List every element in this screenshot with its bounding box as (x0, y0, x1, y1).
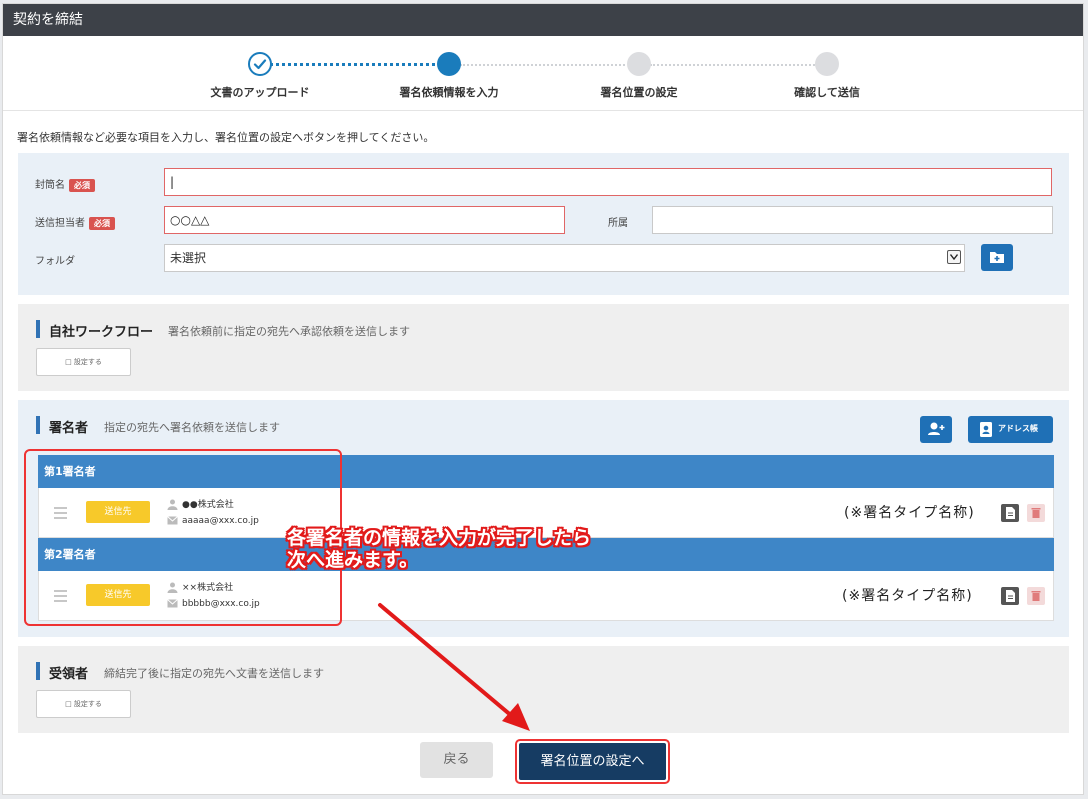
step-connector (650, 64, 815, 66)
folder-label: フォルダ (35, 256, 75, 267)
next-step-button[interactable]: 署名位置の設定へ (519, 743, 666, 780)
envelope-name-input[interactable] (164, 168, 1052, 196)
recipients-section: 受領者 締結完了後に指定の宛先へ文書を送信します □ 設定する (18, 646, 1069, 733)
affiliation-label: 所属 (608, 218, 628, 229)
signature-type-label: (※署名タイプ名称) (842, 588, 973, 604)
signers-title: 署名者 (49, 421, 89, 436)
annotation-line-2: 次へ進みます。 (287, 549, 419, 571)
window-title: 契約を締結 (3, 4, 1083, 36)
next-button-highlight: 署名位置の設定へ (515, 739, 670, 784)
address-book-label: アドレス帳 (998, 424, 1038, 433)
trash-icon[interactable] (1027, 587, 1045, 605)
envelope-name-label: 封筒名 必須 (35, 176, 95, 192)
step-todo-icon (815, 52, 839, 76)
workflow-description: 署名依頼前に指定の宛先へ承認依頼を送信します (168, 325, 410, 338)
envelope-info-panel: 封筒名必須 送信担当者必須 所属 フォルダ 未選択 (18, 153, 1069, 295)
step-done-icon (248, 52, 272, 76)
workflow-title: 自社ワークフロー (49, 325, 154, 340)
recipients-title: 受領者 (49, 667, 89, 682)
recipients-description: 締結完了後に指定の宛先へ文書を送信します (104, 667, 324, 680)
folder-plus-icon (990, 252, 1004, 263)
address-book-icon (980, 422, 992, 437)
folder-select[interactable]: 未選択 (164, 244, 965, 272)
progress-stepper: 文書のアップロード 署名依頼情報を入力 署名位置の設定 確認して送信 (3, 36, 1083, 111)
affiliation-input[interactable] (652, 206, 1053, 234)
annotation-line-1: 各署名者の情報を入力が完了したら (287, 527, 592, 549)
instruction-text: 署名依頼情報など必要な項目を入力し、署名位置の設定へボタンを押してください。 (17, 131, 435, 144)
section-accent (36, 320, 40, 338)
contract-window: 契約を締結 文書のアップロード 署名依頼情報を入力 署名位置の設定 確認して送信… (2, 3, 1084, 795)
step-todo-icon (627, 52, 651, 76)
step-label-signature-position: 署名位置の設定 (600, 86, 678, 99)
sender-input[interactable] (164, 206, 565, 234)
back-button[interactable]: 戻る (420, 742, 493, 778)
sender-label: 送信担当者 必須 (35, 214, 115, 230)
step-connector (460, 64, 625, 66)
add-user-icon (928, 422, 945, 435)
required-badge: 必須 (69, 179, 95, 192)
chevron-down-icon (947, 250, 961, 264)
document-icon[interactable] (1001, 504, 1019, 522)
arrow-icon (378, 603, 530, 731)
step-label-confirm-send: 確認して送信 (794, 86, 860, 99)
address-book-button[interactable]: アドレス帳 (968, 416, 1053, 443)
trash-icon[interactable] (1027, 504, 1045, 522)
step-label-upload: 文書のアップロード (210, 86, 310, 99)
new-folder-button[interactable] (981, 244, 1013, 271)
section-accent (36, 416, 40, 434)
signers-description: 指定の宛先へ署名依頼を送信します (104, 421, 280, 434)
workflow-set-button[interactable]: □ 設定する (36, 348, 131, 376)
step-current-icon (437, 52, 461, 76)
required-badge: 必須 (89, 217, 115, 230)
workflow-section: 自社ワークフロー 署名依頼前に指定の宛先へ承認依頼を送信します □ 設定する (18, 304, 1069, 391)
step-connector-done (270, 63, 435, 66)
section-accent (36, 662, 40, 680)
signature-type-label: (※署名タイプ名称) (844, 505, 975, 521)
recipients-set-button[interactable]: □ 設定する (36, 690, 131, 718)
add-signer-button[interactable] (920, 416, 952, 443)
document-icon[interactable] (1001, 587, 1019, 605)
step-label-request-info: 署名依頼情報を入力 (399, 86, 499, 99)
